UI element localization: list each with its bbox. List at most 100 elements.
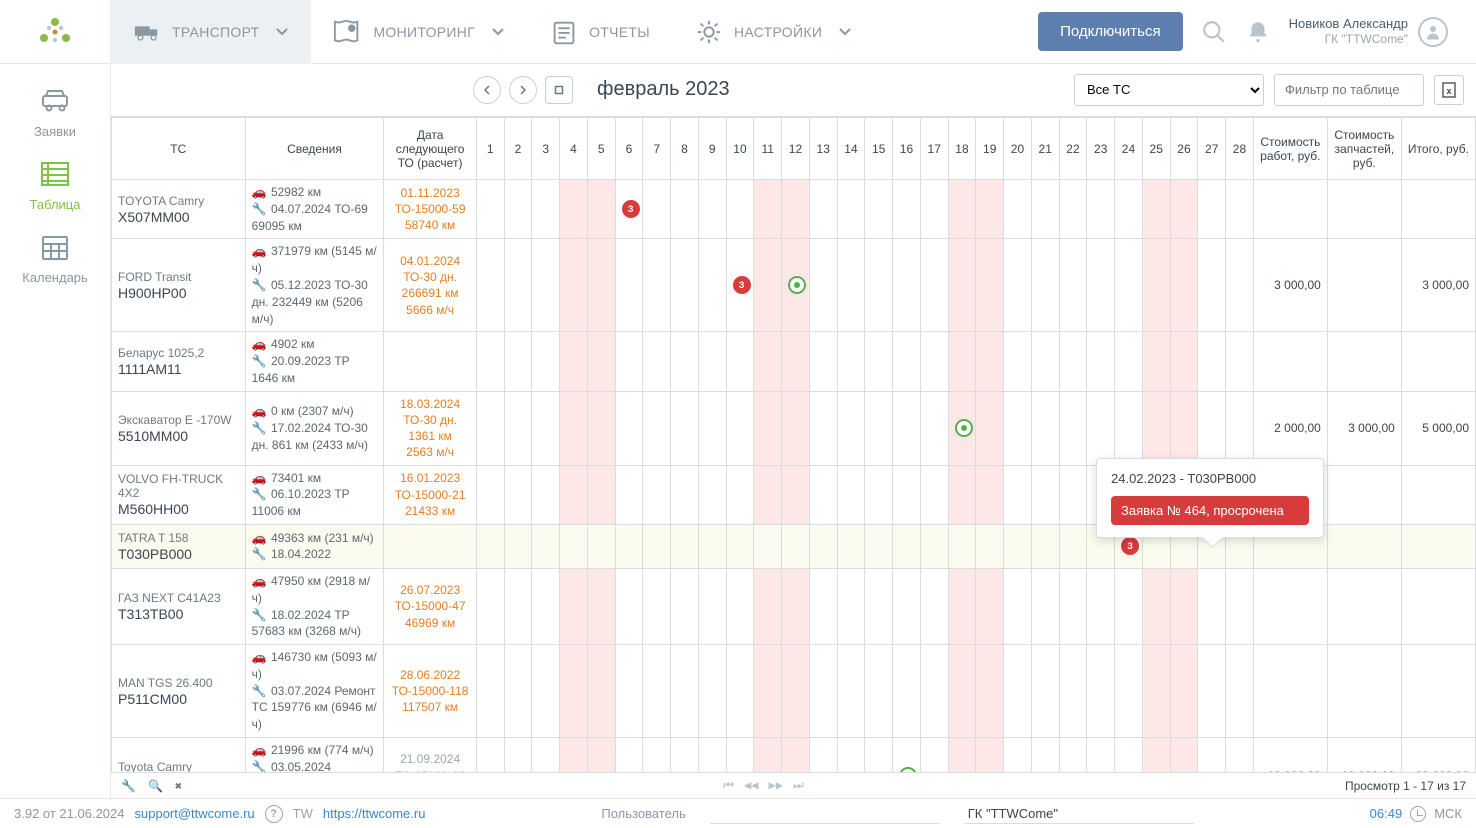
day-cell[interactable] [476, 332, 504, 391]
day-cell[interactable] [560, 332, 588, 391]
connect-button[interactable]: Подключиться [1038, 12, 1182, 51]
day-cell[interactable] [809, 568, 837, 644]
day-cell[interactable] [1059, 239, 1087, 332]
day-cell[interactable] [532, 180, 560, 239]
day-cell[interactable] [837, 738, 865, 772]
day-cell[interactable] [893, 239, 921, 332]
day-cell[interactable] [615, 465, 643, 524]
export-button[interactable]: x [1434, 75, 1464, 105]
day-cell[interactable] [698, 180, 726, 239]
day-cell[interactable] [782, 180, 810, 239]
day-cell[interactable] [643, 738, 671, 772]
day-cell[interactable] [504, 568, 532, 644]
sidebar-table[interactable]: Таблица [10, 157, 100, 212]
day-cell[interactable] [809, 738, 837, 772]
day-cell[interactable] [754, 332, 782, 391]
day-cell[interactable] [754, 524, 782, 568]
vehicle-filter-select[interactable]: Все ТС [1074, 74, 1264, 106]
day-cell[interactable] [698, 239, 726, 332]
day-cell[interactable] [1115, 332, 1143, 391]
day-cell[interactable] [643, 568, 671, 644]
day-cell[interactable] [782, 738, 810, 772]
day-cell[interactable] [587, 524, 615, 568]
day-cell[interactable] [976, 180, 1004, 239]
day-cell[interactable] [1059, 391, 1087, 465]
prev-period-button[interactable] [473, 76, 501, 104]
day-cell[interactable] [504, 239, 532, 332]
day-cell[interactable] [643, 239, 671, 332]
table-filter-input[interactable] [1274, 74, 1424, 106]
day-cell[interactable] [615, 645, 643, 738]
day-cell[interactable] [587, 332, 615, 391]
day-cell[interactable] [1142, 568, 1170, 644]
day-cell[interactable] [643, 180, 671, 239]
day-cell[interactable] [920, 239, 948, 332]
day-cell[interactable] [837, 332, 865, 391]
nav-transport[interactable]: ТРАНСПОРТ [110, 0, 311, 64]
today-button[interactable] [545, 76, 573, 104]
day-cell[interactable] [809, 645, 837, 738]
day-cell[interactable] [1031, 738, 1059, 772]
day-cell[interactable] [560, 465, 588, 524]
day-cell[interactable] [865, 738, 893, 772]
day-cell[interactable] [615, 568, 643, 644]
day-cell[interactable] [587, 465, 615, 524]
day-cell[interactable] [698, 524, 726, 568]
day-cell[interactable] [1170, 568, 1198, 644]
day-cell[interactable] [782, 568, 810, 644]
day-cell[interactable] [754, 239, 782, 332]
day-cell[interactable] [1198, 568, 1226, 644]
user-block[interactable]: Новиков Александр ГК "TTWCome" [1289, 16, 1448, 47]
day-cell[interactable] [1031, 180, 1059, 239]
day-cell[interactable] [1087, 738, 1115, 772]
day-cell[interactable] [809, 465, 837, 524]
day-cell[interactable] [726, 180, 754, 239]
close-icon[interactable]: ✖ [175, 779, 182, 793]
day-cell[interactable] [920, 180, 948, 239]
day-cell[interactable] [1004, 239, 1032, 332]
day-cell[interactable] [615, 239, 643, 332]
day-cell[interactable] [1059, 524, 1087, 568]
vehicle-cell[interactable]: TOYOTA CamryX507MM00 [112, 180, 246, 239]
day-cell[interactable] [671, 332, 699, 391]
day-cell[interactable] [976, 465, 1004, 524]
day-cell[interactable] [726, 465, 754, 524]
day-cell[interactable] [893, 180, 921, 239]
day-cell[interactable]: З [726, 239, 754, 332]
day-cell[interactable] [865, 524, 893, 568]
day-cell[interactable] [1170, 180, 1198, 239]
day-cell[interactable] [504, 391, 532, 465]
pager-next[interactable]: ▶▶ [769, 778, 783, 793]
next-period-button[interactable] [509, 76, 537, 104]
day-cell[interactable] [476, 738, 504, 772]
vehicle-cell[interactable]: TATRA T 158T030PB000 [112, 524, 246, 568]
day-cell[interactable] [1059, 465, 1087, 524]
day-cell[interactable] [754, 738, 782, 772]
pager-last[interactable]: ⏭ [793, 778, 804, 793]
day-cell[interactable] [893, 738, 921, 772]
day-cell[interactable] [698, 568, 726, 644]
badge-green[interactable] [788, 276, 806, 294]
day-cell[interactable] [1115, 239, 1143, 332]
day-cell[interactable] [1004, 568, 1032, 644]
day-cell[interactable] [948, 180, 976, 239]
day-cell[interactable] [782, 239, 810, 332]
day-cell[interactable] [1087, 391, 1115, 465]
day-cell[interactable] [698, 465, 726, 524]
day-cell[interactable] [1087, 645, 1115, 738]
day-cell[interactable] [893, 524, 921, 568]
day-cell[interactable] [671, 738, 699, 772]
day-cell[interactable] [948, 391, 976, 465]
day-cell[interactable] [1142, 645, 1170, 738]
day-cell[interactable] [504, 645, 532, 738]
day-cell[interactable] [560, 524, 588, 568]
day-cell[interactable] [1142, 391, 1170, 465]
day-cell[interactable] [1142, 738, 1170, 772]
day-cell[interactable] [532, 524, 560, 568]
day-cell[interactable] [976, 239, 1004, 332]
badge-red[interactable]: З [733, 276, 751, 294]
day-cell[interactable] [865, 568, 893, 644]
day-cell[interactable] [1226, 568, 1254, 644]
day-cell[interactable] [1031, 465, 1059, 524]
zoom-icon[interactable]: 🔍 [148, 779, 163, 793]
